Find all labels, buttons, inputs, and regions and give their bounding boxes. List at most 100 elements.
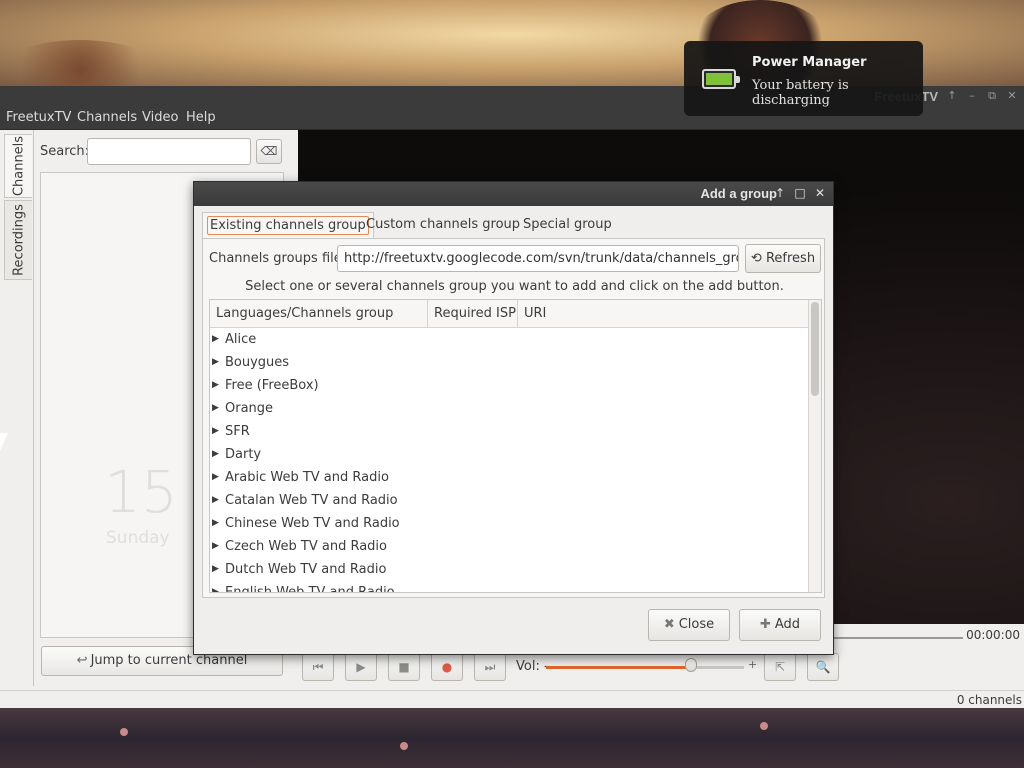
tree-row[interactable]: ▶ Alice [210,328,808,351]
column-required-isp[interactable]: Required ISP [428,300,518,328]
expander-arrow-icon[interactable]: ▶ [212,397,219,420]
wallpaper-decoration [760,722,768,730]
notification-popup[interactable]: Power Manager Your battery is dischargin… [684,41,923,116]
tree-row[interactable]: ▶ English Web TV and Radio [210,581,808,593]
volume-slider[interactable] [546,658,744,672]
tree-row[interactable]: ▶ Darty [210,443,808,466]
dialog-close-icon[interactable]: ✕ [813,186,827,200]
clear-icon: ⌫ [260,144,278,158]
tree-row-label: Czech Web TV and Radio [225,539,387,554]
tree-row-label: Catalan Web TV and Radio [225,493,398,508]
tree-row[interactable]: ▶ Bouygues [210,351,808,374]
expander-arrow-icon[interactable]: ▶ [212,466,219,489]
window-restore-icon[interactable]: ⧉ [984,88,1000,104]
ghost-clock-time: 15 [104,458,178,526]
expander-arrow-icon[interactable]: ▶ [212,581,219,592]
tree-row-label: Chinese Web TV and Radio [225,516,400,531]
tree-row-label: Arabic Web TV and Radio [225,470,389,485]
play-button[interactable]: ▶ [345,653,377,681]
tree-row[interactable]: ▶ Free (FreeBox) [210,374,808,397]
mouse-cursor-icon [0,433,8,451]
tree-scrollbar[interactable] [808,300,821,592]
channels-count: 0 channels [956,693,1022,707]
dialog-up-icon[interactable]: ↑ [773,186,787,200]
clear-search-button[interactable]: ⌫ [256,139,282,164]
tab-custom-label: Custom channels group [366,217,521,232]
next-button[interactable]: ⏭ [474,653,506,681]
search-input[interactable] [87,138,251,165]
notification-body: Your battery is discharging [752,78,849,108]
fullscreen-icon: ⇱ [774,660,786,674]
expander-arrow-icon[interactable]: ▶ [212,374,219,397]
tab-channels-label: Channels [11,135,26,197]
expander-arrow-icon[interactable]: ▶ [212,489,219,512]
tree-row-label: Orange [225,401,274,416]
menu-freetuxtv[interactable]: FreetuxTV [6,110,71,125]
expander-arrow-icon[interactable]: ▶ [212,535,219,558]
wallpaper-decoration [400,742,408,750]
sidebar-tabs: Channels Recordings [0,130,34,686]
existing-groups-pane: Channels groups file: http://freetuxtv.g… [202,238,825,598]
volume-knob[interactable] [684,658,697,672]
window-minimize-icon[interactable]: – [964,88,980,104]
window-up-icon[interactable]: ↑ [944,88,960,104]
tab-custom-channels-group[interactable]: Custom channels group [362,212,524,238]
tree-row[interactable]: ▶ Catalan Web TV and Radio [210,489,808,512]
dialog-body: Existing channels group Custom channels … [194,206,833,654]
tree-row-label: Bouygues [225,355,290,370]
tree-scroll-thumb[interactable] [811,302,819,396]
close-button[interactable]: ✖ Close [648,609,730,641]
tab-existing-channels-group[interactable]: Existing channels group [202,212,374,238]
expander-arrow-icon[interactable]: ▶ [212,558,219,581]
zoom-icon: 🔍 [815,660,831,674]
channels-groups-file-input[interactable]: http://freetuxtv.googlecode.com/svn/trun… [337,245,739,272]
tree-row[interactable]: ▶ Chinese Web TV and Radio [210,512,808,535]
previous-button[interactable]: ⏮ [302,653,334,681]
stop-icon: ■ [398,660,410,674]
add-button[interactable]: ✚ Add [739,609,821,641]
expander-arrow-icon[interactable]: ▶ [212,420,219,443]
expander-arrow-icon[interactable]: ▶ [212,328,219,351]
desktop-wallpaper-bottom [0,708,1024,768]
fullscreen-button[interactable]: ⇱ [764,653,796,681]
add-icon: ✚ [759,617,771,632]
tab-special-group[interactable]: Special group [519,212,616,238]
window-close-icon[interactable]: ✕ [1004,88,1020,104]
refresh-label: Refresh [765,251,816,266]
tab-recordings[interactable]: Recordings [4,200,32,280]
tab-channels[interactable]: Channels [4,134,32,198]
zoom-button[interactable]: 🔍 [807,653,839,681]
battery-icon [702,69,740,89]
tab-recordings-label: Recordings [11,204,26,276]
record-button[interactable]: ● [431,653,463,681]
menu-channels[interactable]: Channels [77,110,137,125]
volume-label: Vol: - [516,659,549,674]
progress-track[interactable] [833,637,963,639]
dialog-titlebar[interactable]: Add a group ↑ □ ✕ [194,182,833,206]
add-group-dialog: Add a group ↑ □ ✕ Existing channels grou… [193,181,834,655]
tree-row[interactable]: ▶ Dutch Web TV and Radio [210,558,808,581]
volume-plus-label: + [748,658,758,671]
refresh-button[interactable]: ⟲ Refresh [745,244,821,273]
expander-arrow-icon[interactable]: ▶ [212,443,219,466]
previous-icon: ⏮ [312,660,324,674]
close-icon: ✖ [663,617,675,632]
dialog-maximize-icon[interactable]: □ [793,186,807,200]
tree-row-label: English Web TV and Radio [225,585,395,593]
stop-button[interactable]: ■ [388,653,420,681]
tree-row[interactable]: ▶ Orange [210,397,808,420]
tree-row[interactable]: ▶ SFR [210,420,808,443]
tree-header: Languages/Channels group Required ISP UR… [210,300,808,328]
tree-row[interactable]: ▶ Arabic Web TV and Radio [210,466,808,489]
tab-existing-label: Existing channels group [207,216,369,235]
expander-arrow-icon[interactable]: ▶ [212,351,219,374]
column-uri[interactable]: URI [518,300,808,328]
record-icon: ● [441,660,453,674]
menu-help[interactable]: Help [186,110,216,125]
menu-video[interactable]: Video [142,110,178,125]
player-controls: ⏮ ▶ ■ ● ⏭ Vol: - + ⇱ 🔍 [298,650,858,684]
expander-arrow-icon[interactable]: ▶ [212,512,219,535]
tree-row[interactable]: ▶ Czech Web TV and Radio [210,535,808,558]
column-languages[interactable]: Languages/Channels group [210,300,428,328]
volume-fill [546,666,691,669]
